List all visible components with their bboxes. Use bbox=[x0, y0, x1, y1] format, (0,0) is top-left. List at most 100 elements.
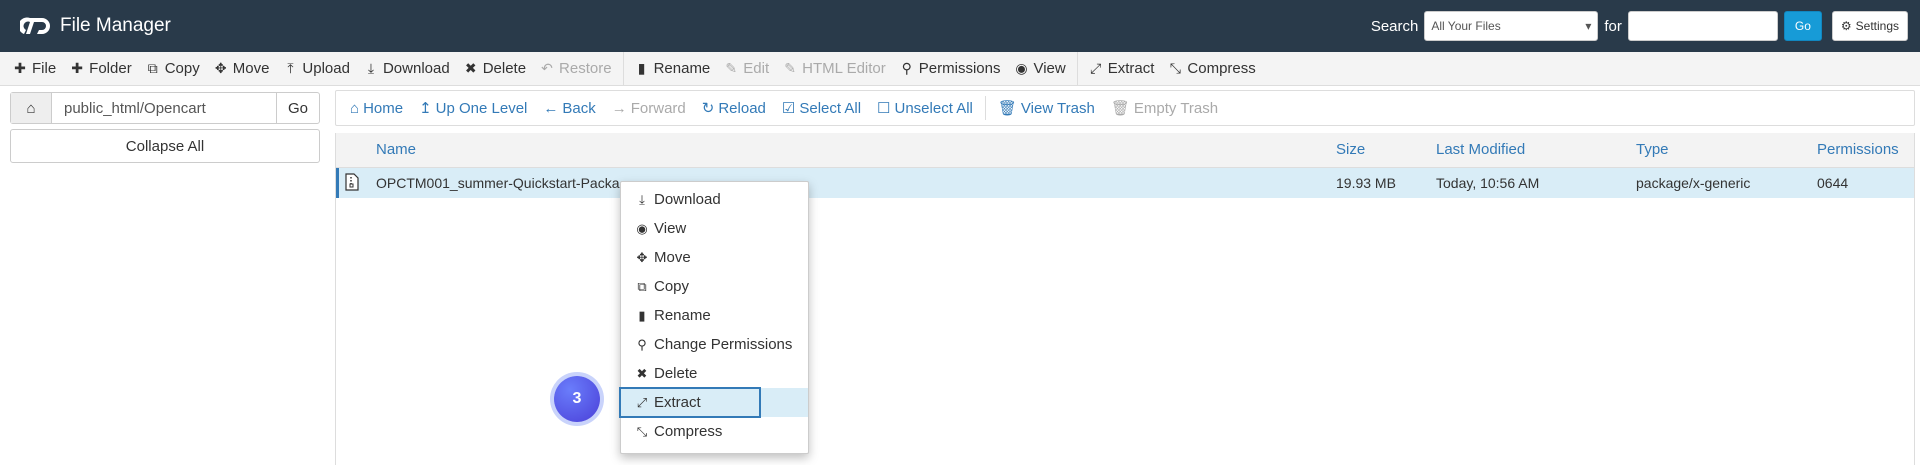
toolbar-label: Delete bbox=[482, 60, 527, 77]
header-bar: File Manager Search All Your Files ▾ for… bbox=[0, 0, 1920, 52]
search-input[interactable] bbox=[1627, 11, 1778, 41]
copy-icon: ⧉ bbox=[147, 60, 158, 76]
eye-icon: ◉ bbox=[1015, 60, 1028, 76]
toolbar-compress-button[interactable]: ⤡ Compress bbox=[1161, 60, 1262, 77]
nav-label: Unselect All bbox=[894, 99, 973, 117]
context-menu-compress[interactable]: ⤡ Compress bbox=[621, 417, 808, 446]
trash-icon: 🗑 bbox=[997, 100, 1017, 117]
nav-forward-button[interactable]: → Forward bbox=[604, 100, 694, 117]
column-header-permissions[interactable]: Permissions bbox=[1817, 141, 1899, 158]
toolbar-html-editor-button[interactable]: ✎ HTML Editor bbox=[776, 60, 893, 77]
context-menu-view[interactable]: ◉ View bbox=[621, 214, 808, 243]
context-menu-label: Compress bbox=[654, 423, 723, 440]
collapse-all-button[interactable]: Collapse All bbox=[10, 129, 320, 163]
key-icon: ⚲ bbox=[901, 60, 912, 76]
context-menu-label: Copy bbox=[654, 278, 690, 295]
context-menu-delete[interactable]: ✖ Delete bbox=[621, 359, 808, 388]
restore-icon: ↶ bbox=[541, 60, 553, 76]
context-menu-extract[interactable]: ⤢ Extract bbox=[619, 387, 808, 418]
file-modified: Today, 10:56 AM bbox=[1436, 175, 1540, 191]
nav-label: Select All bbox=[799, 99, 862, 117]
toolbar-label: Download bbox=[382, 60, 450, 77]
download-icon: ⤓ bbox=[639, 191, 645, 207]
column-header-name[interactable]: Name bbox=[376, 141, 416, 158]
path-input[interactable]: public_html/Opencart bbox=[52, 93, 276, 123]
refresh-icon: ↻ bbox=[701, 100, 715, 117]
plus-icon: ✚ bbox=[71, 60, 84, 76]
nav-label: Up One Level bbox=[435, 99, 528, 117]
step-number-badge: 3 bbox=[554, 376, 600, 422]
toolbar-label: Permissions bbox=[918, 60, 1001, 77]
path-bar: ⌂ public_html/Opencart Go bbox=[10, 92, 320, 124]
path-go-button[interactable]: Go bbox=[276, 93, 319, 123]
nav-empty-trash-button[interactable]: 🗑 Empty Trash bbox=[1103, 99, 1226, 118]
toolbar-view-button[interactable]: ◉ View bbox=[1007, 60, 1072, 77]
toolbar: ✚ File ✚ Folder ⧉ Copy ✥ Move ⤒ Upload ⤓ Downl… bbox=[0, 51, 1920, 86]
context-menu-copy[interactable]: ⧉ Copy bbox=[621, 272, 808, 301]
move-icon: ✥ bbox=[636, 249, 648, 265]
toolbar-label: Folder bbox=[89, 60, 132, 77]
file-type: package/x-generic bbox=[1636, 175, 1751, 191]
nav-unselect-all-button[interactable]: ☐ Unselect All bbox=[869, 99, 981, 118]
trash-icon: 🗑 bbox=[1110, 100, 1130, 117]
toolbar-permissions-button[interactable]: ⚲ Permissions bbox=[893, 60, 1008, 77]
settings-button[interactable]: ⚙ Settings bbox=[1831, 11, 1908, 41]
context-menu-rename[interactable]: ▮ Rename bbox=[621, 301, 808, 330]
file-icon: ▮ bbox=[637, 60, 646, 76]
toolbar-restore-button[interactable]: ↶ Restore bbox=[533, 60, 619, 77]
file-icon: ▮ bbox=[638, 307, 646, 323]
toolbar-label: Extract bbox=[1107, 60, 1155, 77]
nav-label: Forward bbox=[630, 99, 686, 117]
column-header-last-modified[interactable]: Last Modified bbox=[1436, 141, 1525, 158]
table-row[interactable]: OPCTM001_summer-Quickstart-Packa 19.93 M… bbox=[336, 168, 1914, 198]
toolbar-label: View bbox=[1033, 60, 1066, 77]
search-scope-value: All Your Files bbox=[1431, 19, 1501, 33]
toolbar-upload-button[interactable]: ⤒ Upload bbox=[276, 60, 357, 77]
toolbar-extract-button[interactable]: ⤢ Extract bbox=[1082, 60, 1162, 77]
eye-icon: ◉ bbox=[636, 220, 648, 236]
navigation-bar: ⌂ Home ↥ Up One Level ← Back → Forward ↻ Relo… bbox=[335, 90, 1915, 126]
toolbar-copy-button[interactable]: ⧉ Copy bbox=[139, 60, 207, 77]
toolbar-new-folder-button[interactable]: ✚ Folder bbox=[63, 60, 139, 77]
checkbox-empty-icon: ☐ bbox=[877, 100, 891, 117]
context-menu-label: Download bbox=[654, 191, 721, 208]
nav-home-button[interactable]: ⌂ Home bbox=[342, 100, 411, 117]
search-go-button[interactable]: Go bbox=[1783, 11, 1822, 41]
toolbar-move-button[interactable]: ✥ Move bbox=[207, 60, 277, 77]
toolbar-edit-button[interactable]: ✎ Edit bbox=[717, 60, 776, 77]
toolbar-rename-button[interactable]: ▮ Rename bbox=[628, 60, 718, 77]
toolbar-label: Copy bbox=[164, 60, 200, 77]
nav-label: Reload bbox=[718, 99, 766, 117]
context-menu-label: Move bbox=[654, 249, 691, 266]
context-menu-label: Change Permissions bbox=[654, 336, 793, 353]
close-icon: ✖ bbox=[464, 60, 477, 76]
toolbar-label: HTML Editor bbox=[802, 60, 886, 77]
copy-icon: ⧉ bbox=[637, 278, 647, 294]
context-menu: ⤓ Download ◉ View ✥ Move ⧉ Copy ▮ Rename ⚲ Cha… bbox=[619, 181, 809, 454]
nav-reload-button[interactable]: ↻ Reload bbox=[694, 99, 774, 118]
checkbox-checked-icon: ☑ bbox=[781, 100, 796, 117]
nav-up-one-level-button[interactable]: ↥ Up One Level bbox=[411, 99, 535, 118]
context-menu-download[interactable]: ⤓ Download bbox=[621, 185, 808, 214]
context-menu-label: Extract bbox=[654, 394, 701, 411]
toolbar-label: Move bbox=[232, 60, 270, 77]
table-header: Name Size Last Modified Type Permissions bbox=[336, 133, 1914, 168]
search-scope-select[interactable]: All Your Files ▾ bbox=[1424, 11, 1599, 41]
nav-back-button[interactable]: ← Back bbox=[535, 100, 603, 117]
key-icon: ⚲ bbox=[637, 336, 647, 352]
context-menu-label: View bbox=[654, 220, 687, 237]
context-menu-change-permissions[interactable]: ⚲ Change Permissions bbox=[621, 330, 808, 359]
expand-icon: ⤢ bbox=[1090, 60, 1102, 76]
archive-file-icon bbox=[345, 173, 359, 191]
column-header-size[interactable]: Size bbox=[1336, 141, 1365, 158]
nav-label: Back bbox=[562, 99, 596, 117]
toolbar-delete-button[interactable]: ✖ Delete bbox=[457, 60, 533, 77]
toolbar-new-file-button[interactable]: ✚ File bbox=[6, 60, 63, 77]
toolbar-download-button[interactable]: ⤓ Download bbox=[357, 60, 457, 77]
nav-select-all-button[interactable]: ☑ Select All bbox=[774, 99, 869, 118]
nav-view-trash-button[interactable]: 🗑 View Trash bbox=[990, 99, 1103, 118]
home-dir-button[interactable]: ⌂ bbox=[11, 93, 52, 123]
context-menu-move[interactable]: ✥ Move bbox=[621, 243, 808, 272]
column-header-type[interactable]: Type bbox=[1636, 141, 1669, 158]
compress-icon: ⤡ bbox=[636, 423, 648, 439]
